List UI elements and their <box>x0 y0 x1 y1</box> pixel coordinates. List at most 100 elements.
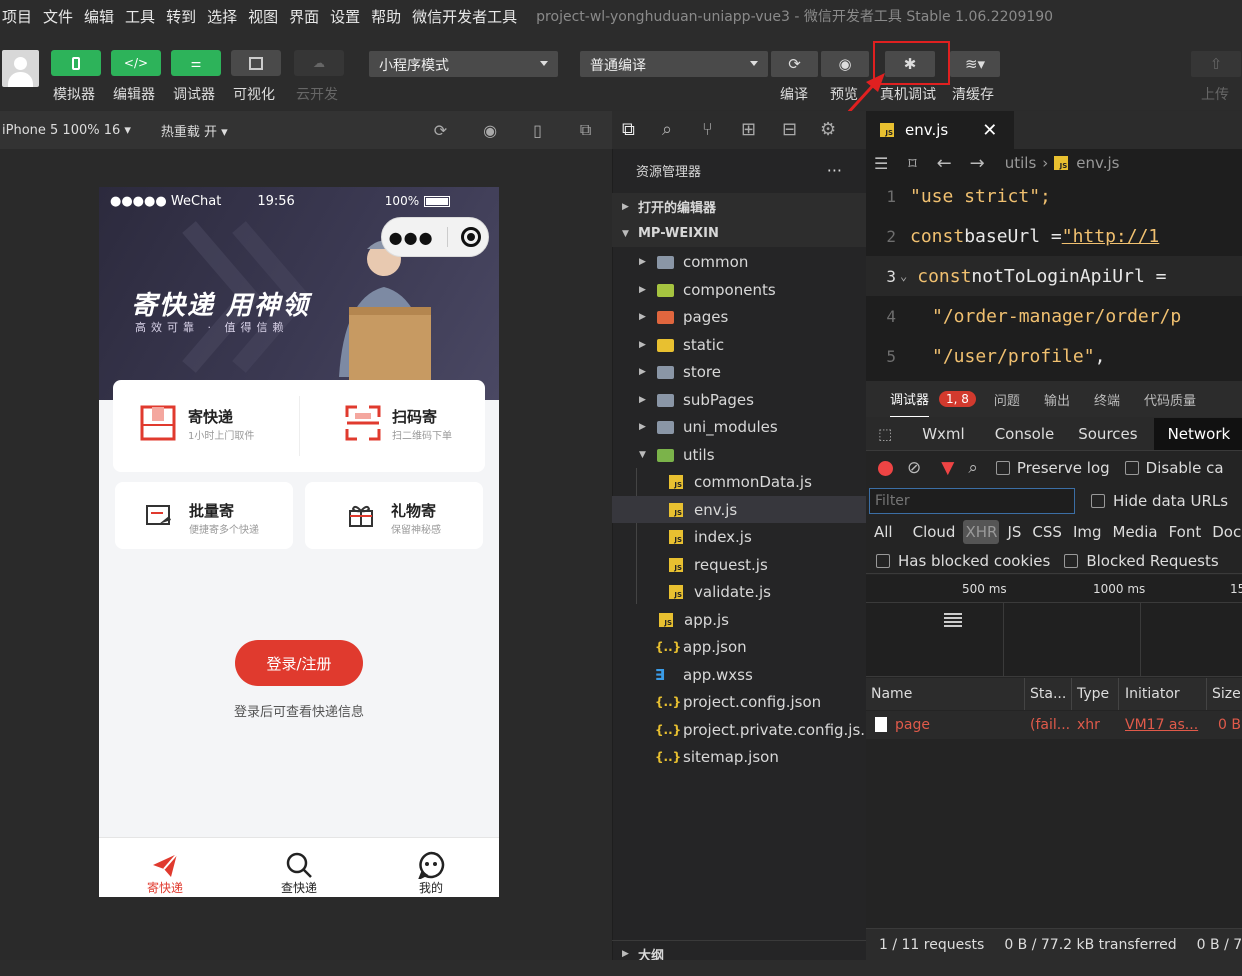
fold-chevron-icon[interactable]: ⌄ <box>900 269 907 283</box>
folder-uni-modules[interactable]: ▶ uni_modules <box>612 413 866 440</box>
login-button[interactable]: 登录/注册 <box>235 640 363 686</box>
project-section[interactable]: ▼ MP-WEIXIN <box>612 220 866 247</box>
code-line[interactable]: 4 "/order-manager/order/p <box>866 296 1242 336</box>
type-font[interactable]: Font <box>1169 523 1202 541</box>
forward-arrow-icon[interactable]: → <box>970 153 985 174</box>
gift-send-item[interactable]: 礼物寄 保留神秘感 <box>305 482 483 549</box>
type-css[interactable]: CSS <box>1032 523 1062 541</box>
refresh-icon[interactable]: ⟳ <box>434 121 447 140</box>
avatar[interactable] <box>2 50 39 87</box>
request-name[interactable]: page <box>895 717 930 733</box>
menu-wechat-devtools[interactable]: 微信开发者工具 <box>412 6 517 27</box>
file-app-json[interactable]: {..} app.json <box>612 633 866 660</box>
editor-tab-env[interactable]: JS env.js ✕ <box>866 111 1014 149</box>
file-index[interactable]: JS index.js <box>612 523 866 550</box>
column-type[interactable]: Type <box>1077 686 1109 702</box>
visual-button[interactable] <box>231 50 281 76</box>
search-icon[interactable]: ⌕ <box>968 458 978 478</box>
tab-mine[interactable]: 我的 <box>391 838 471 897</box>
more-icon[interactable]: ●●● <box>389 228 434 247</box>
type-img[interactable]: Img <box>1073 523 1102 541</box>
tab-send[interactable]: 寄快递 <box>125 838 205 897</box>
simulator-button[interactable] <box>51 50 101 76</box>
folder-components[interactable]: ▶ components <box>612 276 866 303</box>
folder-static[interactable]: ▶ static <box>612 331 866 358</box>
tab-quality[interactable]: 代码质量 <box>1144 390 1196 409</box>
file-request[interactable]: JS request.js <box>612 551 866 578</box>
type-xhr[interactable]: XHR <box>963 520 1000 544</box>
disable-cache-checkbox[interactable] <box>1124 461 1139 475</box>
storage-icon[interactable]: ⊟ <box>782 119 797 140</box>
capsule-button[interactable]: ●●● <box>381 217 489 257</box>
code-line[interactable]: 3 ⌄ const notToLoginApiUrl = <box>866 256 1242 296</box>
clear-icon[interactable]: ⊘ <box>907 458 921 478</box>
file-sitemap[interactable]: {..} sitemap.json <box>612 743 866 770</box>
phone-icon[interactable]: ▯ <box>533 121 542 140</box>
extensions-icon[interactable]: ⊞ <box>741 119 756 140</box>
files-icon[interactable]: ⧉ <box>622 119 635 140</box>
menu-help[interactable]: 帮助 <box>371 6 401 27</box>
panel-network[interactable]: Network <box>1153 417 1242 450</box>
clear-cache-button[interactable]: ≋▾ <box>950 51 1000 77</box>
menu-tools[interactable]: 工具 <box>125 6 155 27</box>
request-initiator[interactable]: VM17 as... <box>1125 717 1198 733</box>
preserve-log-checkbox[interactable] <box>995 461 1010 475</box>
file-validate[interactable]: JS validate.js <box>612 578 866 605</box>
source-control-icon[interactable]: ⑂ <box>702 119 713 140</box>
popout-icon[interactable]: ⧉ <box>580 120 591 140</box>
type-doc[interactable]: Doc <box>1212 523 1241 541</box>
menu-settings[interactable]: 设置 <box>330 6 360 27</box>
bookmark-icon[interactable]: ⌑ <box>908 154 916 173</box>
back-arrow-icon[interactable]: ← <box>937 153 952 174</box>
file-project-private-config[interactable]: {..} project.private.config.js... <box>612 716 875 743</box>
batch-send-item[interactable]: 批量寄 便捷寄多个快递 <box>115 482 293 549</box>
file-env[interactable]: JS env.js <box>612 496 866 523</box>
compile-button[interactable]: ⟳ <box>771 51 818 77</box>
panel-console[interactable]: Console <box>995 425 1055 443</box>
editor-button[interactable]: </> <box>111 50 161 76</box>
mode-select[interactable]: 小程序模式 <box>369 51 558 77</box>
column-initiator[interactable]: Initiator <box>1125 686 1180 702</box>
menu-select[interactable]: 选择 <box>207 6 237 27</box>
type-media[interactable]: Media <box>1113 523 1158 541</box>
inspect-icon[interactable]: ⬚ <box>878 425 892 443</box>
menu-view[interactable]: 视图 <box>248 6 278 27</box>
breadcrumb-folder[interactable]: utils <box>1005 154 1037 172</box>
type-js[interactable]: JS <box>1007 523 1021 541</box>
file-project-config[interactable]: {..} project.config.json <box>612 688 866 715</box>
compile-select[interactable]: 普通编译 <box>580 51 768 77</box>
send-express-item[interactable]: 寄快递 1小时上门取件 <box>113 380 299 472</box>
tab-terminal[interactable]: 终端 <box>1094 390 1120 409</box>
menu-interface[interactable]: 界面 <box>289 6 319 27</box>
hide-data-urls-checkbox[interactable] <box>1091 494 1105 508</box>
file-app-wxss[interactable]: ∃ app.wxss <box>612 661 866 688</box>
hot-reload-select[interactable]: 热重载 开 ▾ <box>161 121 228 140</box>
breadcrumb-file[interactable]: env.js <box>1076 154 1119 172</box>
tab-query[interactable]: 查快递 <box>259 838 339 897</box>
menu-edit[interactable]: 编辑 <box>84 6 114 27</box>
tab-debugger[interactable]: 调试器 <box>890 381 930 418</box>
code-line[interactable]: 2 const baseUrl = "http://1 <box>866 216 1242 256</box>
filter-icon[interactable]: ▼ <box>941 458 954 478</box>
close-target-icon[interactable] <box>461 227 482 247</box>
folder-utils[interactable]: ▼ utils <box>612 441 866 468</box>
blocked-requests-checkbox[interactable] <box>1064 553 1079 568</box>
panel-sources[interactable]: Sources <box>1078 425 1137 443</box>
stop-icon[interactable]: ◉ <box>483 121 497 140</box>
filter-input[interactable] <box>869 488 1075 514</box>
list-icon[interactable]: ☰ <box>874 154 888 173</box>
column-name[interactable]: Name <box>871 686 912 702</box>
folder-common[interactable]: ▶ common <box>612 248 866 275</box>
menu-goto[interactable]: 转到 <box>166 6 196 27</box>
menu-file[interactable]: 文件 <box>43 6 73 27</box>
search-icon[interactable]: ⌕ <box>662 119 672 140</box>
code-line[interactable]: 1 "use strict"; <box>866 176 1242 216</box>
device-select[interactable]: iPhone 5 100% 16 ▾ <box>2 123 131 138</box>
column-status[interactable]: Sta... <box>1030 686 1066 702</box>
menu-project[interactable]: 项目 <box>2 6 32 27</box>
table-row[interactable]: page (fail... xhr VM17 as... 0 B <box>866 711 1242 739</box>
folder-store[interactable]: ▶ store <box>612 358 866 385</box>
scan-send-item[interactable]: 扫码寄 扫二维码下单 <box>300 380 485 472</box>
blocked-cookies-checkbox[interactable] <box>876 553 890 568</box>
panel-wxml[interactable]: Wxml <box>922 425 965 443</box>
